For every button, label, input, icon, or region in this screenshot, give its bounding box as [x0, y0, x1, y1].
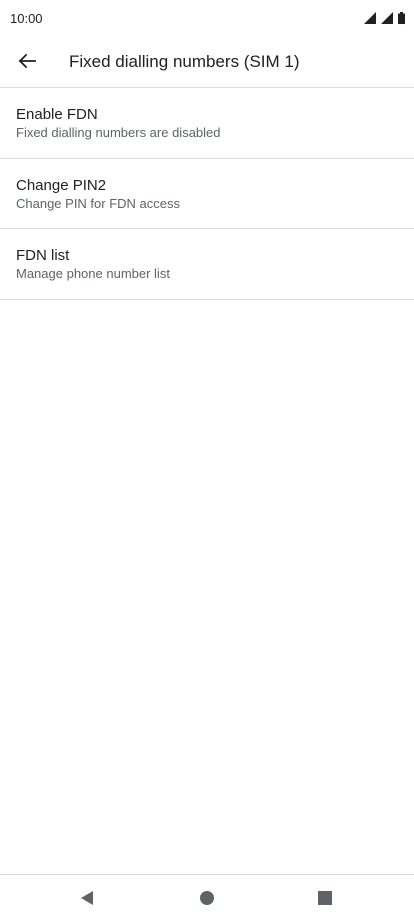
nav-home-button[interactable] [198, 889, 216, 907]
signal-icon [364, 12, 376, 24]
setting-change-pin2[interactable]: Change PIN2 Change PIN for FDN access [0, 159, 414, 229]
arrow-left-icon [18, 53, 36, 69]
app-bar: Fixed dialling numbers (SIM 1) [0, 38, 414, 88]
setting-enable-fdn[interactable]: Enable FDN Fixed dialling numbers are di… [0, 88, 414, 159]
setting-subtitle: Change PIN for FDN access [16, 195, 181, 211]
back-triangle-icon [81, 891, 93, 905]
page-title: Fixed dialling numbers (SIM 1) [69, 52, 300, 71]
recents-square-icon [318, 891, 332, 905]
setting-title: Enable FDN [16, 106, 98, 123]
signal-icon [381, 12, 393, 24]
setting-fdn-list[interactable]: FDN list Manage phone number list [0, 229, 414, 300]
setting-title: FDN list [16, 247, 70, 264]
battery-icon [398, 12, 405, 24]
setting-subtitle: Fixed dialling numbers are disabled [16, 125, 221, 140]
navigation-bar [0, 874, 414, 920]
settings-list: Enable FDN Fixed dialling numbers are di… [0, 88, 414, 300]
back-button[interactable] [11, 45, 43, 77]
setting-subtitle: Manage phone number list [16, 266, 170, 281]
home-circle-icon [200, 891, 214, 905]
status-time: 10:00 [10, 11, 43, 26]
nav-back-button[interactable] [78, 889, 96, 907]
nav-recents-button[interactable] [316, 889, 334, 907]
status-bar: 10:00 [0, 0, 414, 38]
setting-title: Change PIN2 [16, 176, 107, 194]
status-icons [364, 12, 405, 24]
